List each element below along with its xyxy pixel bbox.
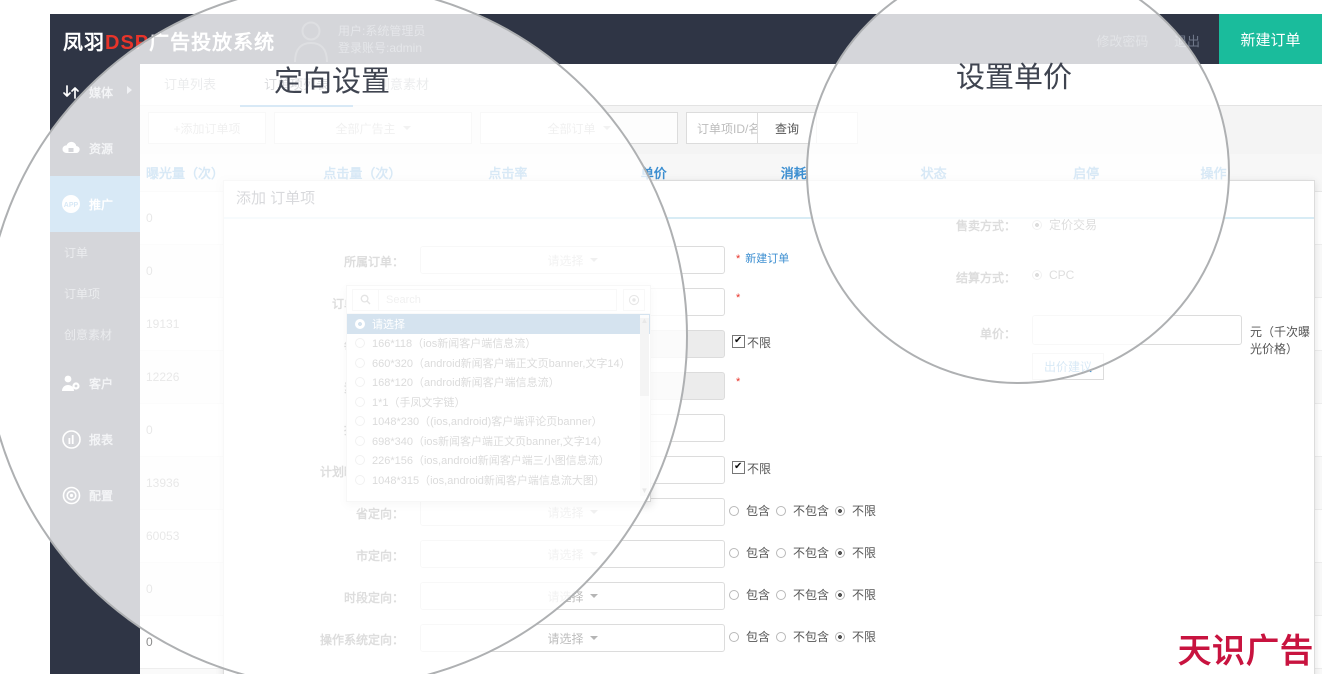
radio-icon [776, 590, 787, 600]
watermark: 天识广告 [1178, 632, 1314, 669]
field-radio-group[interactable]: 包含 不包含 不限 [729, 502, 882, 519]
radio-option[interactable]: 包含 [729, 588, 770, 602]
annotation-label-price: 设置单价 [956, 62, 1073, 94]
radio-icon [835, 506, 846, 516]
annotation-circle-targeting [0, 0, 688, 674]
radio-option[interactable]: 包含 [729, 504, 770, 518]
field-unlimited-checkbox[interactable]: ✔ 不限 [732, 460, 771, 477]
radio-option[interactable]: 不限 [835, 504, 876, 518]
annotation-label-targeting: 定向设置 [274, 66, 391, 98]
checkbox-icon: ✔ [732, 461, 745, 474]
radio-icon [729, 548, 739, 558]
field-radio-group[interactable]: 包含 不包含 不限 [729, 628, 882, 645]
radio-icon [835, 548, 846, 558]
radio-option[interactable]: 不限 [835, 546, 876, 560]
radio-option[interactable]: 不限 [835, 630, 876, 644]
new-order-button[interactable]: 新建订单 [1219, 14, 1322, 64]
radio-option[interactable]: 不限 [835, 588, 876, 602]
screenshot-root: 凤羽DSP广告投放系统 用户:系统管理员 登录账号:admin 修改密码 退出 … [0, 0, 1322, 674]
radio-icon [776, 632, 787, 642]
radio-option[interactable]: 包含 [729, 546, 770, 560]
unit-price-unit: 元（千次曝光价格） [1250, 325, 1311, 356]
radio-icon [729, 632, 739, 642]
radio-icon [835, 590, 846, 600]
radio-icon [776, 548, 787, 558]
radio-option[interactable]: 不包含 [776, 546, 829, 560]
radio-icon [835, 632, 846, 642]
radio-option[interactable]: 不包含 [776, 588, 829, 602]
brand-prefix: 凤羽 [63, 32, 105, 54]
radio-option[interactable]: 包含 [729, 630, 770, 644]
field-radio-group[interactable]: 包含 不包含 不限 [729, 586, 882, 603]
field-radio-group[interactable]: 包含 不包含 不限 [729, 544, 882, 561]
radio-icon [729, 590, 739, 600]
radio-icon [776, 506, 787, 516]
radio-option[interactable]: 不包含 [776, 630, 829, 644]
radio-option[interactable]: 不包含 [776, 504, 829, 518]
radio-icon [729, 506, 739, 516]
field-select-value: 请选择 [547, 630, 597, 647]
